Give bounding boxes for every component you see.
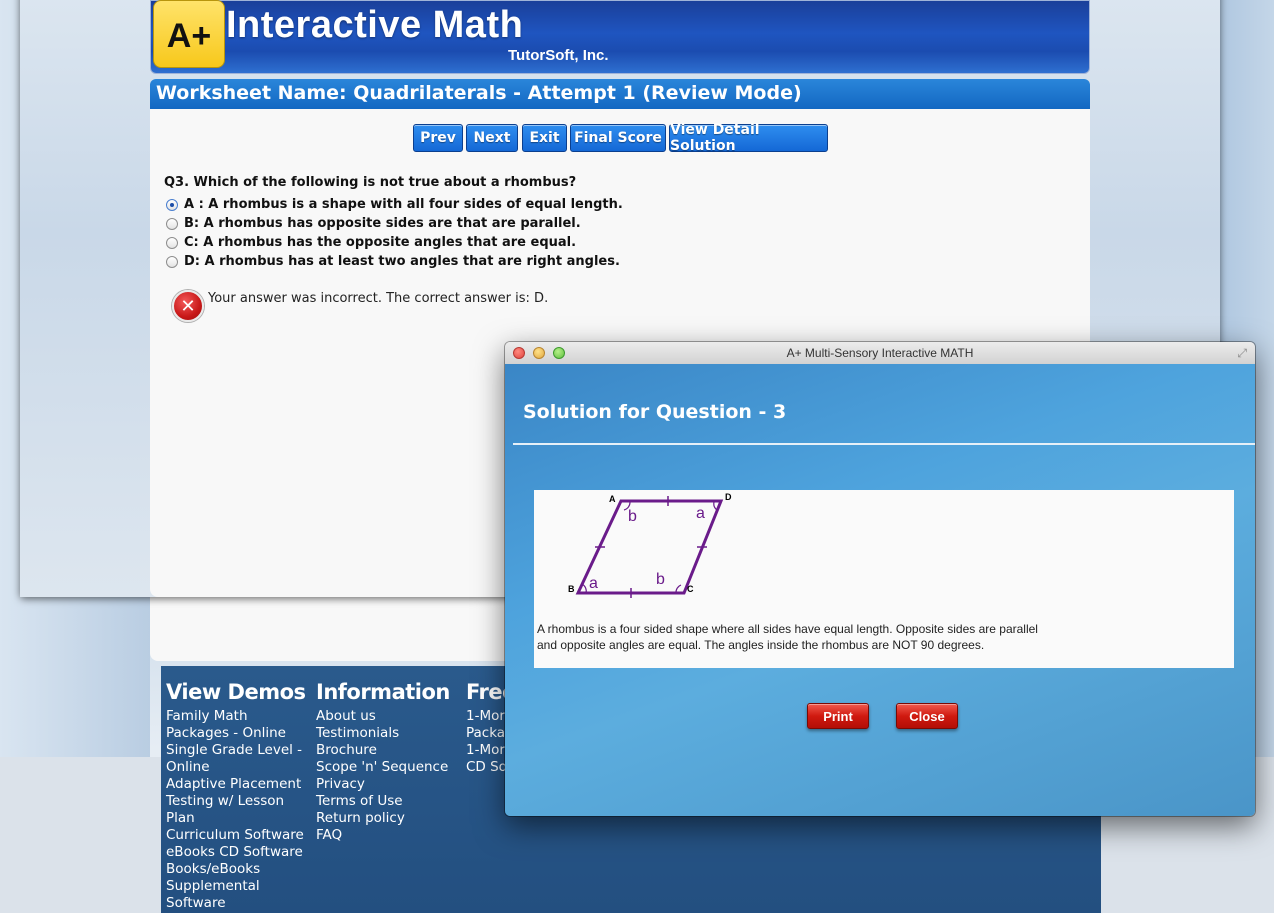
answer-option-c[interactable]: C: A rhombus has the opposite angles tha… [166, 235, 576, 250]
rhombus-diagram: A D B C b a a b [568, 492, 732, 598]
vertex-label-d: D [725, 492, 732, 502]
fullscreen-icon[interactable]: ⤢ [1237, 346, 1247, 361]
footer-link[interactable]: eBooks CD Software [166, 844, 306, 861]
answer-feedback: Your answer was incorrect. The correct a… [208, 291, 549, 306]
footer-link[interactable]: Supplemental [166, 878, 306, 895]
solution-line: A rhombus is a four sided shape where al… [537, 622, 1038, 636]
angle-label-b: b [628, 508, 637, 525]
footer-link[interactable]: Terms of Use [316, 793, 450, 810]
footer-link[interactable]: Software [166, 895, 306, 912]
option-label: C: A rhombus has the opposite angles tha… [184, 235, 577, 250]
angle-label-a: a [589, 575, 598, 592]
exit-button[interactable]: Exit [522, 124, 567, 152]
radio-button[interactable] [166, 217, 178, 230]
divider [513, 443, 1255, 445]
solution-line: and opposite angles are equal. The angle… [537, 638, 985, 652]
worksheet-title: Worksheet Name: Quadrilaterals - Attempt… [156, 82, 802, 104]
footer-link[interactable]: Curriculum Software [166, 827, 306, 844]
vertex-label-b: B [568, 584, 575, 594]
footer-link[interactable]: Scope 'n' Sequence [316, 759, 450, 776]
footer-column-information: Information About us Testimonials Brochu… [316, 680, 450, 844]
view-detail-solution-button[interactable]: View Detail Solution [669, 122, 828, 154]
print-button[interactable]: Print [807, 703, 869, 729]
angle-label-b: b [656, 571, 665, 588]
question-text: Q3. Which of the following is not true a… [164, 175, 577, 190]
angle-label-a: a [696, 505, 705, 522]
footer-link[interactable]: Adaptive Placement [166, 776, 306, 793]
footer-link[interactable]: About us [316, 708, 450, 725]
close-button[interactable]: Close [896, 703, 958, 729]
vertex-label-c: C [687, 584, 694, 594]
radio-button[interactable] [166, 255, 178, 268]
radio-button-selected[interactable] [166, 198, 178, 211]
answer-option-a[interactable]: A : A rhombus is a shape with all four s… [166, 197, 623, 212]
dialog-window-title: A+ Multi-Sensory Interactive MATH [786, 346, 974, 360]
option-label: A : A rhombus is a shape with all four s… [184, 197, 623, 212]
dialog-body: Solution for Question - 3 A D B C b a a [505, 364, 1255, 816]
solution-dialog: A+ Multi-Sensory Interactive MATH ⤢ Solu… [505, 342, 1255, 816]
next-button[interactable]: Next [466, 124, 518, 152]
footer-link[interactable]: Privacy [316, 776, 450, 793]
option-label: D: A rhombus has at least two angles tha… [184, 254, 620, 269]
footer-link[interactable]: Online [166, 759, 306, 776]
dialog-titlebar[interactable]: A+ Multi-Sensory Interactive MATH ⤢ [505, 342, 1255, 365]
answer-option-b[interactable]: B: A rhombus has opposite sides are that… [166, 216, 581, 231]
footer-link[interactable]: Single Grade Level - [166, 742, 306, 759]
footer-link[interactable]: Plan [166, 810, 306, 827]
solution-explanation: A rhombus is a four sided shape where al… [537, 621, 1137, 653]
site-title: Interactive Math [226, 4, 524, 46]
company-name: TutorSoft, Inc. [508, 47, 609, 64]
option-label: B: A rhombus has opposite sides are that… [184, 216, 581, 231]
footer-link[interactable]: Family Math [166, 708, 306, 725]
footer-heading: Information [316, 680, 450, 704]
solution-heading: Solution for Question - 3 [523, 401, 787, 423]
prev-button[interactable]: Prev [413, 124, 463, 152]
logo[interactable]: A+ [153, 0, 225, 68]
final-score-button[interactable]: Final Score [570, 124, 666, 152]
footer-link[interactable]: Testimonials [316, 725, 450, 742]
vertex-label-a: A [609, 494, 616, 504]
footer-heading: View Demos [166, 680, 306, 704]
footer-link[interactable]: Packages - Online [166, 725, 306, 742]
incorrect-x-icon: ✕ [172, 290, 204, 322]
footer-link[interactable]: Testing w/ Lesson [166, 793, 306, 810]
footer-link[interactable]: Books/eBooks [166, 861, 306, 878]
footer-link[interactable]: FAQ [316, 827, 450, 844]
radio-button[interactable] [166, 236, 178, 249]
footer-column-demos: View Demos Family Math Packages - Online… [166, 680, 306, 912]
footer-link[interactable]: Brochure [316, 742, 450, 759]
footer-link[interactable]: Return policy [316, 810, 450, 827]
answer-option-d[interactable]: D: A rhombus has at least two angles tha… [166, 254, 620, 269]
